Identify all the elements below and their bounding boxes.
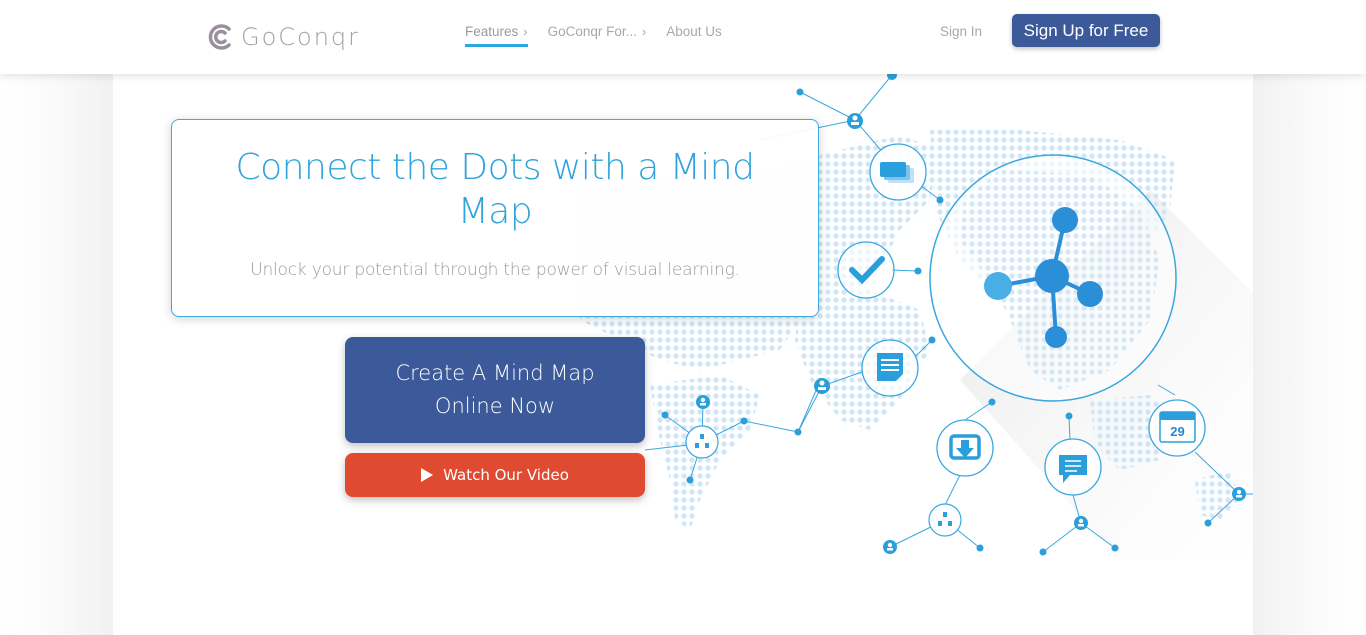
user-icon	[1232, 487, 1246, 501]
hero-title: Connect the Dots with a Mind Map	[235, 147, 755, 232]
chevron-right-icon: ›	[523, 24, 528, 39]
goconqr-logo-icon	[208, 24, 231, 50]
sign-up-button[interactable]: Sign Up for Free	[1012, 14, 1160, 47]
chat-icon	[1044, 438, 1102, 496]
hero-subtitle: Unlock your potential through the power …	[250, 260, 740, 280]
user-icon	[814, 378, 830, 394]
calendar-icon: 29	[1148, 399, 1206, 457]
user-icon	[883, 540, 897, 554]
flashcards-icon	[869, 143, 927, 201]
note-icon	[861, 339, 919, 397]
nav-features-label: Features	[465, 24, 519, 39]
nav-features[interactable]: Features ›	[465, 24, 528, 47]
download-icon	[936, 419, 994, 477]
nav-about-us-label: About Us	[666, 24, 722, 39]
create-mind-map-button[interactable]: Create A Mind Map Online Now	[345, 337, 645, 443]
nav-about-us[interactable]: About Us	[666, 24, 722, 45]
hero-card: Connect the Dots with a Mind Map Unlock …	[171, 119, 819, 317]
play-icon	[421, 468, 434, 482]
world-map-illustration: 29	[575, 74, 1253, 560]
hierarchy-icon	[928, 503, 962, 537]
hierarchy-icon	[685, 425, 719, 459]
chevron-right-icon: ›	[641, 24, 647, 39]
logo[interactable]: GoConqr	[205, 20, 360, 54]
watch-video-button[interactable]: Watch Our Video	[345, 453, 645, 497]
user-icon	[696, 395, 710, 409]
logo-text: GoConqr	[241, 23, 361, 51]
watch-video-label: Watch Our Video	[443, 466, 569, 484]
site-header: GoConqr Features › GoConqr For... › Abou…	[0, 0, 1366, 74]
main-nav: Features › GoConqr For... › About Us	[465, 24, 722, 47]
user-icon	[847, 113, 863, 129]
nav-goconqr-for[interactable]: GoConqr For... ›	[548, 24, 647, 45]
checkmark-icon	[837, 241, 895, 299]
sign-in-link[interactable]: Sign In	[940, 24, 982, 39]
calendar-day: 29	[1170, 424, 1184, 439]
nav-goconqr-for-label: GoConqr For...	[547, 24, 637, 39]
user-icon	[1074, 516, 1088, 530]
